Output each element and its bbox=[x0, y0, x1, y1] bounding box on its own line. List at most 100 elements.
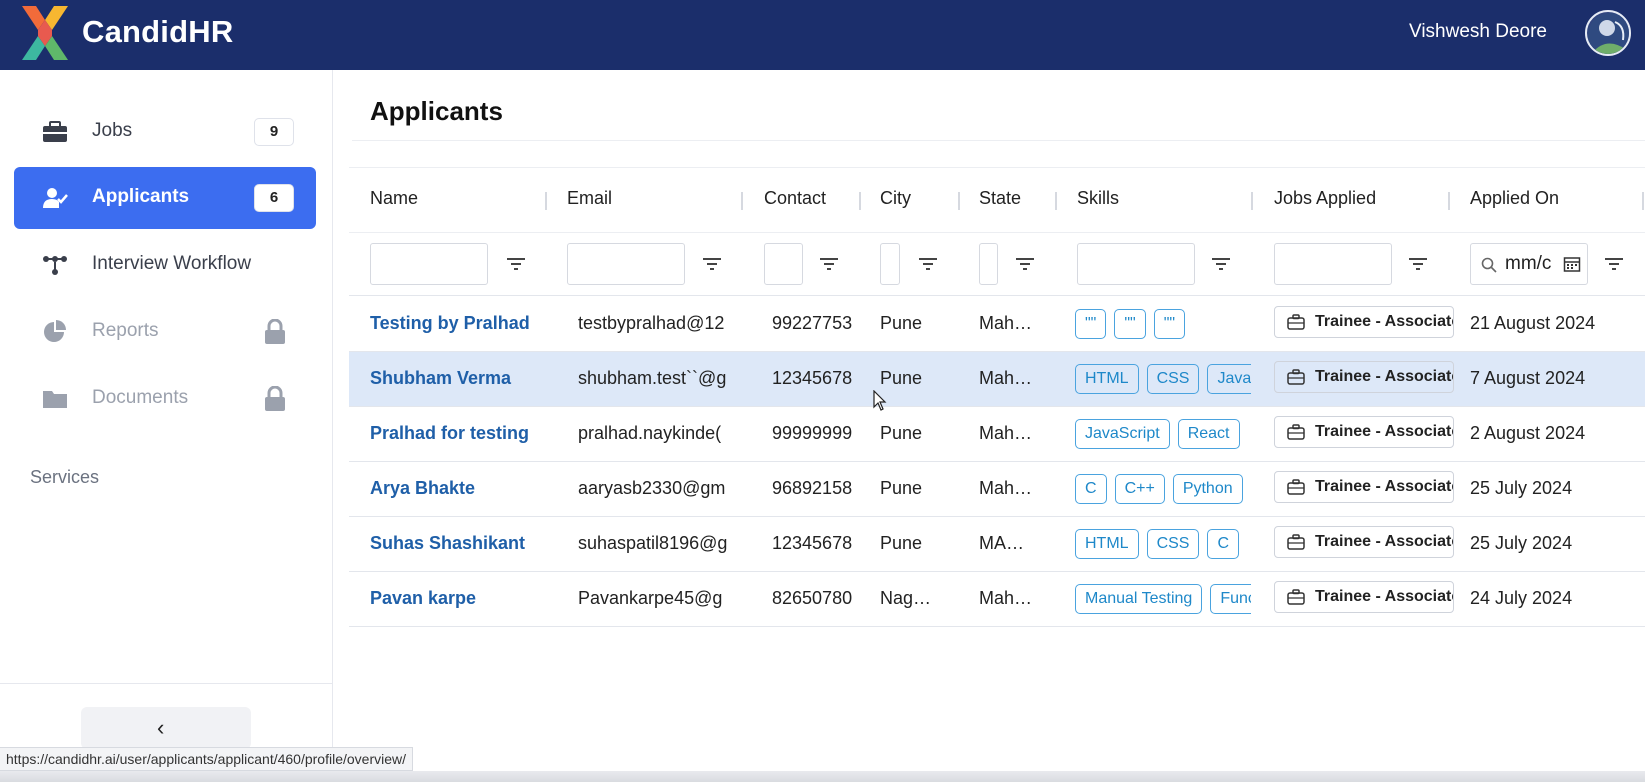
column-header-jobs-applied[interactable]: Jobs Applied bbox=[1274, 188, 1376, 209]
table-row[interactable]: Suhas Shashikant suhaspatil8196@g 12345678… bbox=[349, 517, 1645, 572]
status-bar-url: https://candidhr.ai/user/applicants/appl… bbox=[0, 747, 414, 771]
column-resize-handle[interactable] bbox=[1448, 192, 1450, 210]
applicant-name-link[interactable]: Testing by Pralhad bbox=[370, 313, 530, 334]
skills-list: HTML CSS C bbox=[1075, 529, 1251, 561]
applicant-name-link[interactable]: Pralhad for testing bbox=[370, 423, 530, 444]
state-filter-input[interactable] bbox=[979, 243, 998, 285]
job-applied-chip[interactable]: Trainee - Associate bbox=[1274, 416, 1454, 448]
applicants-count-badge: 6 bbox=[254, 184, 294, 212]
column-header-applied-on[interactable]: Applied On bbox=[1470, 188, 1559, 209]
applicant-name-link[interactable]: Suhas Shashikant bbox=[370, 533, 530, 554]
filter-row: mm/c bbox=[349, 232, 1645, 296]
column-resize-handle[interactable] bbox=[1251, 192, 1253, 210]
applicant-city: Nagpur bbox=[880, 588, 935, 608]
search-icon bbox=[1481, 257, 1497, 273]
skill-chip: React bbox=[1177, 419, 1240, 449]
city-filter-input[interactable] bbox=[880, 243, 900, 285]
sidebar-item-interview-workflow[interactable]: Interview Workflow bbox=[14, 234, 316, 296]
filter-icon[interactable] bbox=[918, 255, 938, 273]
sidebar-item-documents[interactable]: Documents bbox=[14, 368, 316, 430]
page-title: Applicants bbox=[370, 96, 503, 126]
contact-filter-input[interactable] bbox=[764, 243, 803, 285]
column-resize-handle[interactable] bbox=[545, 192, 547, 210]
filter-icon[interactable] bbox=[1211, 255, 1231, 273]
top-bar: CandidHR Vishwesh Deore bbox=[0, 0, 1645, 70]
email-filter-input[interactable] bbox=[567, 243, 685, 285]
applied-on-date: 7 August 2024 bbox=[1470, 368, 1586, 388]
brand-name[interactable]: CandidHR bbox=[82, 14, 233, 50]
user-check-icon bbox=[43, 188, 68, 208]
candidhr-logo-icon[interactable] bbox=[22, 6, 68, 60]
sidebar-item-jobs[interactable]: Jobs 9 bbox=[14, 101, 316, 163]
calendar-icon[interactable] bbox=[1563, 255, 1581, 273]
sidebar-item-applicants[interactable]: Applicants 6 bbox=[14, 167, 316, 229]
applicant-state: MAHARASHTRA bbox=[979, 533, 1034, 553]
user-avatar-icon[interactable] bbox=[1585, 10, 1631, 56]
applicant-city: Pune bbox=[880, 423, 923, 443]
applicant-state: Maharashtra bbox=[979, 313, 1034, 333]
skill-chip: JavaScript bbox=[1207, 364, 1251, 394]
skill-chip: Functional bbox=[1210, 584, 1251, 614]
filter-icon[interactable] bbox=[506, 255, 526, 273]
skills-filter-input[interactable] bbox=[1077, 243, 1195, 285]
column-header-email[interactable]: Email bbox=[567, 188, 612, 209]
column-resize-handle[interactable] bbox=[1642, 192, 1644, 210]
job-applied-chip[interactable]: Trainee - Associate bbox=[1274, 471, 1454, 503]
column-resize-handle[interactable] bbox=[741, 192, 743, 210]
user-name[interactable]: Vishwesh Deore bbox=[1409, 21, 1547, 43]
sidebar-divider bbox=[0, 683, 333, 684]
jobs-applied-filter-input[interactable] bbox=[1274, 243, 1392, 285]
job-applied-chip[interactable]: Trainee - Associate bbox=[1274, 526, 1454, 558]
column-header-contact[interactable]: Contact bbox=[764, 188, 826, 209]
job-applied-chip[interactable]: Trainee - Associate bbox=[1274, 306, 1454, 338]
sidebar-item-label: Reports bbox=[92, 320, 159, 341]
column-header-skills[interactable]: Skills bbox=[1077, 188, 1119, 209]
briefcase-icon bbox=[1287, 314, 1305, 330]
applied-on-date: 25 July 2024 bbox=[1470, 533, 1573, 553]
filter-icon[interactable] bbox=[819, 255, 839, 273]
table-row[interactable]: Pavan karpe Pavankarpe45@g 82650780 Nagpur M… bbox=[349, 572, 1645, 627]
applicant-state: Maharashtra bbox=[979, 423, 1034, 443]
table-row[interactable]: Pralhad for testing pralhad.naykinde(9999… bbox=[349, 407, 1645, 462]
skill-chip: C bbox=[1207, 529, 1240, 559]
filter-icon[interactable] bbox=[1408, 255, 1428, 273]
applied-on-date-input[interactable]: mm/c bbox=[1470, 243, 1588, 285]
filter-icon[interactable] bbox=[1015, 255, 1035, 273]
column-header-state[interactable]: State bbox=[979, 188, 1021, 209]
table-row[interactable]: Shubham Verma shubham.test``@g 12345678 Pun… bbox=[349, 352, 1645, 407]
column-resize-handle[interactable] bbox=[1055, 192, 1057, 210]
briefcase-icon bbox=[1287, 479, 1305, 495]
column-resize-handle[interactable] bbox=[958, 192, 960, 210]
applicant-name-link[interactable]: Pavan karpe bbox=[370, 588, 530, 609]
skill-chip: C bbox=[1075, 474, 1107, 504]
skill-chip: "" bbox=[1153, 309, 1186, 339]
column-header-name[interactable]: Name bbox=[370, 188, 418, 209]
column-header-city[interactable]: City bbox=[880, 188, 911, 209]
sidebar-item-label: Interview Workflow bbox=[92, 253, 252, 274]
collapse-sidebar-button[interactable]: ‹ bbox=[81, 707, 251, 749]
jobs-count-badge: 9 bbox=[254, 118, 294, 146]
applicant-name-link[interactable]: Arya Bhakte bbox=[370, 478, 530, 499]
chevron-left-icon: ‹ bbox=[157, 715, 165, 740]
skills-list: Manual TestingFunctional bbox=[1075, 584, 1251, 616]
table-row[interactable]: Testing by Pralhad testbypralhad@12 992277… bbox=[349, 297, 1645, 352]
job-applied-chip[interactable]: Trainee - Associate bbox=[1274, 361, 1454, 393]
skill-chip: C++ bbox=[1114, 474, 1165, 504]
applicant-city: Pune bbox=[880, 313, 923, 333]
job-applied-chip[interactable]: Trainee - Associate bbox=[1274, 581, 1454, 613]
applicant-name-link[interactable]: Shubham Verma bbox=[370, 368, 530, 389]
skill-chip: CSS bbox=[1146, 364, 1200, 394]
applicant-state: Maharashtra bbox=[979, 478, 1034, 498]
table-row[interactable]: Arya Bhakte aaryasb2330@gm 96892158 Pune Mah… bbox=[349, 462, 1645, 517]
column-resize-handle[interactable] bbox=[859, 192, 861, 210]
filter-icon[interactable] bbox=[702, 255, 722, 273]
sidebar-item-reports[interactable]: Reports bbox=[14, 301, 316, 363]
skill-chip: HTML bbox=[1075, 529, 1139, 559]
applicant-contact: 96892158 bbox=[772, 478, 853, 498]
filter-icon[interactable] bbox=[1604, 255, 1624, 273]
sidebar-item-label: Jobs bbox=[92, 120, 133, 141]
services-section-label[interactable]: Services bbox=[30, 467, 99, 488]
applicant-contact: 82650780 bbox=[772, 588, 853, 608]
applicant-email: suhaspatil8196@g bbox=[578, 533, 728, 553]
name-filter-input[interactable] bbox=[370, 243, 488, 285]
